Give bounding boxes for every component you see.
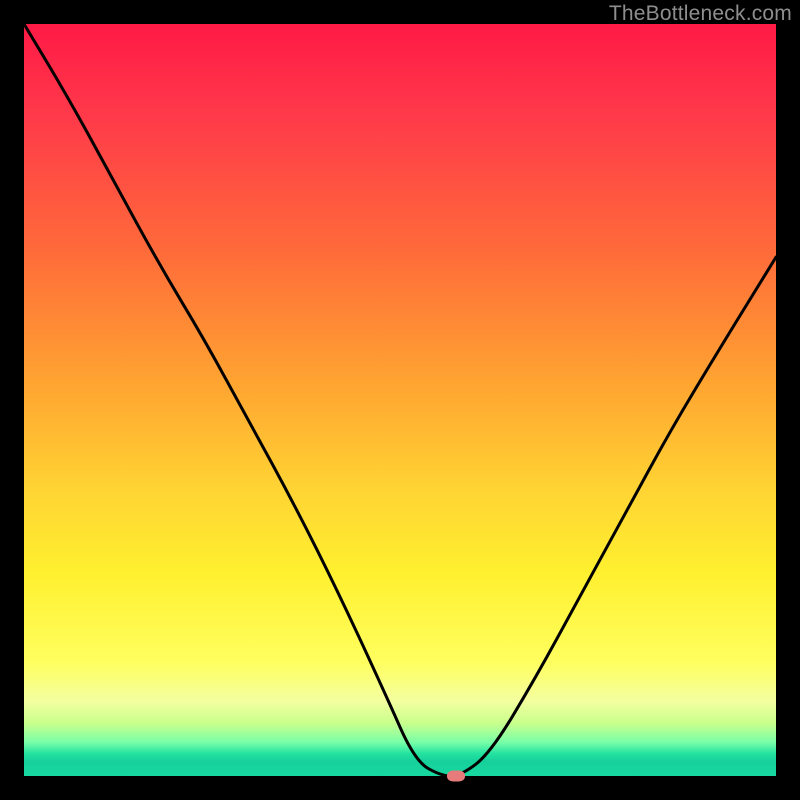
valley-marker-icon	[447, 771, 465, 782]
bottleneck-curve	[24, 24, 776, 776]
watermark-text: TheBottleneck.com	[609, 2, 792, 26]
chart-frame: TheBottleneck.com	[0, 0, 800, 800]
plot-area	[24, 24, 776, 776]
